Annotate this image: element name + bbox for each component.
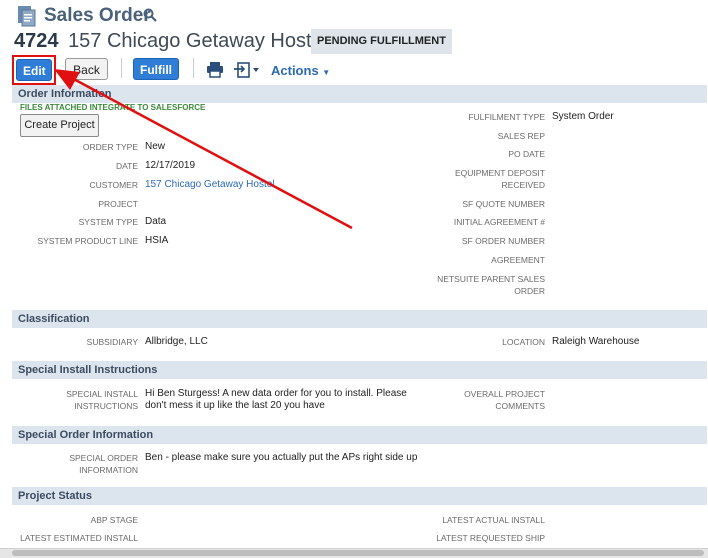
back-button[interactable]: Back — [65, 58, 108, 80]
field-label: SYSTEM PRODUCT LINE — [37, 236, 138, 246]
section-order-information[interactable]: Order Information — [12, 85, 707, 103]
field-label: ABP STAGE — [90, 515, 138, 525]
document-icon — [18, 6, 36, 27]
field-label: RECEIVED — [501, 180, 545, 190]
section-special-order[interactable]: Special Order Information — [12, 426, 707, 444]
order-name: 157 Chicago Getaway Hostel — [68, 30, 328, 52]
field-label: LOCATION — [502, 337, 545, 347]
status-badge: PENDING FULFILLMENT — [311, 29, 452, 54]
field-label: PROJECT — [98, 199, 138, 209]
actions-menu[interactable]: Actions ▼ — [271, 63, 330, 78]
edit-button[interactable]: Edit — [16, 59, 52, 81]
section-project-status[interactable]: Project Status — [12, 487, 707, 505]
field-label: ORDER TYPE — [82, 142, 138, 152]
field-value: 12/17/2019 — [145, 160, 196, 171]
files-attached-note: FILES ATTACHED INTEGRATE TO SALESFORCE — [20, 103, 206, 112]
field-label: LATEST ESTIMATED INSTALL — [20, 533, 138, 543]
toolbar-divider — [193, 58, 194, 78]
field-label: SPECIAL ORDER — [69, 453, 138, 463]
field-label: SF ORDER NUMBER — [461, 236, 545, 246]
field-value: Raleigh Warehouse — [552, 336, 640, 347]
field-value: System Order — [552, 111, 614, 122]
field-label: SF QUOTE NUMBER — [462, 199, 545, 209]
field-label: OVERALL PROJECT — [464, 389, 545, 399]
customer-link[interactable]: 157 Chicago Getaway Hostel — [145, 179, 275, 191]
field-label: INFORMATION — [79, 465, 138, 475]
field-label: EQUIPMENT DEPOSIT — [454, 168, 545, 178]
field-label: CUSTOMER — [89, 180, 139, 190]
field-label: LATEST ACTUAL INSTALL — [442, 515, 545, 525]
scrollbar-thumb[interactable] — [12, 550, 704, 556]
field-label: FULFILMENT TYPE — [468, 112, 545, 122]
export-icon[interactable] — [234, 60, 260, 78]
field-label: COMMENTS — [495, 401, 545, 411]
actions-label: Actions — [271, 63, 319, 78]
toolbar-divider — [121, 58, 122, 78]
create-project-button[interactable]: Create Project — [20, 114, 99, 137]
chevron-down-icon: ▼ — [322, 68, 331, 77]
field-value: Ben - please make sure you actually put … — [145, 452, 418, 463]
field-value: Hi Ben Sturgess! A new data order for yo… — [145, 388, 407, 399]
field-label: SYSTEM TYPE — [78, 217, 138, 227]
page-title: Sales Order — [44, 5, 151, 26]
field-value: New — [145, 141, 166, 152]
field-label: NETSUITE PARENT SALES — [437, 274, 545, 284]
print-icon[interactable] — [206, 61, 224, 78]
field-label: SALES REP — [497, 131, 545, 141]
field-label: SPECIAL INSTALL — [66, 389, 138, 399]
section-classification[interactable]: Classification — [12, 310, 707, 328]
chevron-down-icon — [253, 68, 259, 72]
order-number: 4724 — [14, 30, 59, 52]
fulfill-button[interactable]: Fulfill — [133, 58, 179, 80]
field-label: PO DATE — [508, 149, 545, 159]
field-label: ORDER — [514, 286, 545, 296]
field-value: don't mess it up like the last 20 you ha… — [145, 400, 325, 411]
field-value: Data — [145, 216, 167, 227]
field-value: HSIA — [145, 235, 169, 246]
record-heading: 4724 157 Chicago Getaway Hostel — [14, 30, 327, 53]
field-label: INSTRUCTIONS — [74, 401, 138, 411]
search-icon[interactable] — [143, 8, 157, 22]
field-label: AGREEMENT — [491, 255, 545, 265]
field-label: SUBSIDIARY — [86, 337, 138, 347]
section-special-install[interactable]: Special Install Instructions — [12, 361, 707, 379]
field-label: DATE — [115, 161, 138, 171]
field-value: Allbridge, LLC — [145, 336, 208, 347]
field-label: LATEST REQUESTED SHIP — [436, 533, 545, 543]
field-label: INITIAL AGREEMENT # — [453, 217, 545, 227]
